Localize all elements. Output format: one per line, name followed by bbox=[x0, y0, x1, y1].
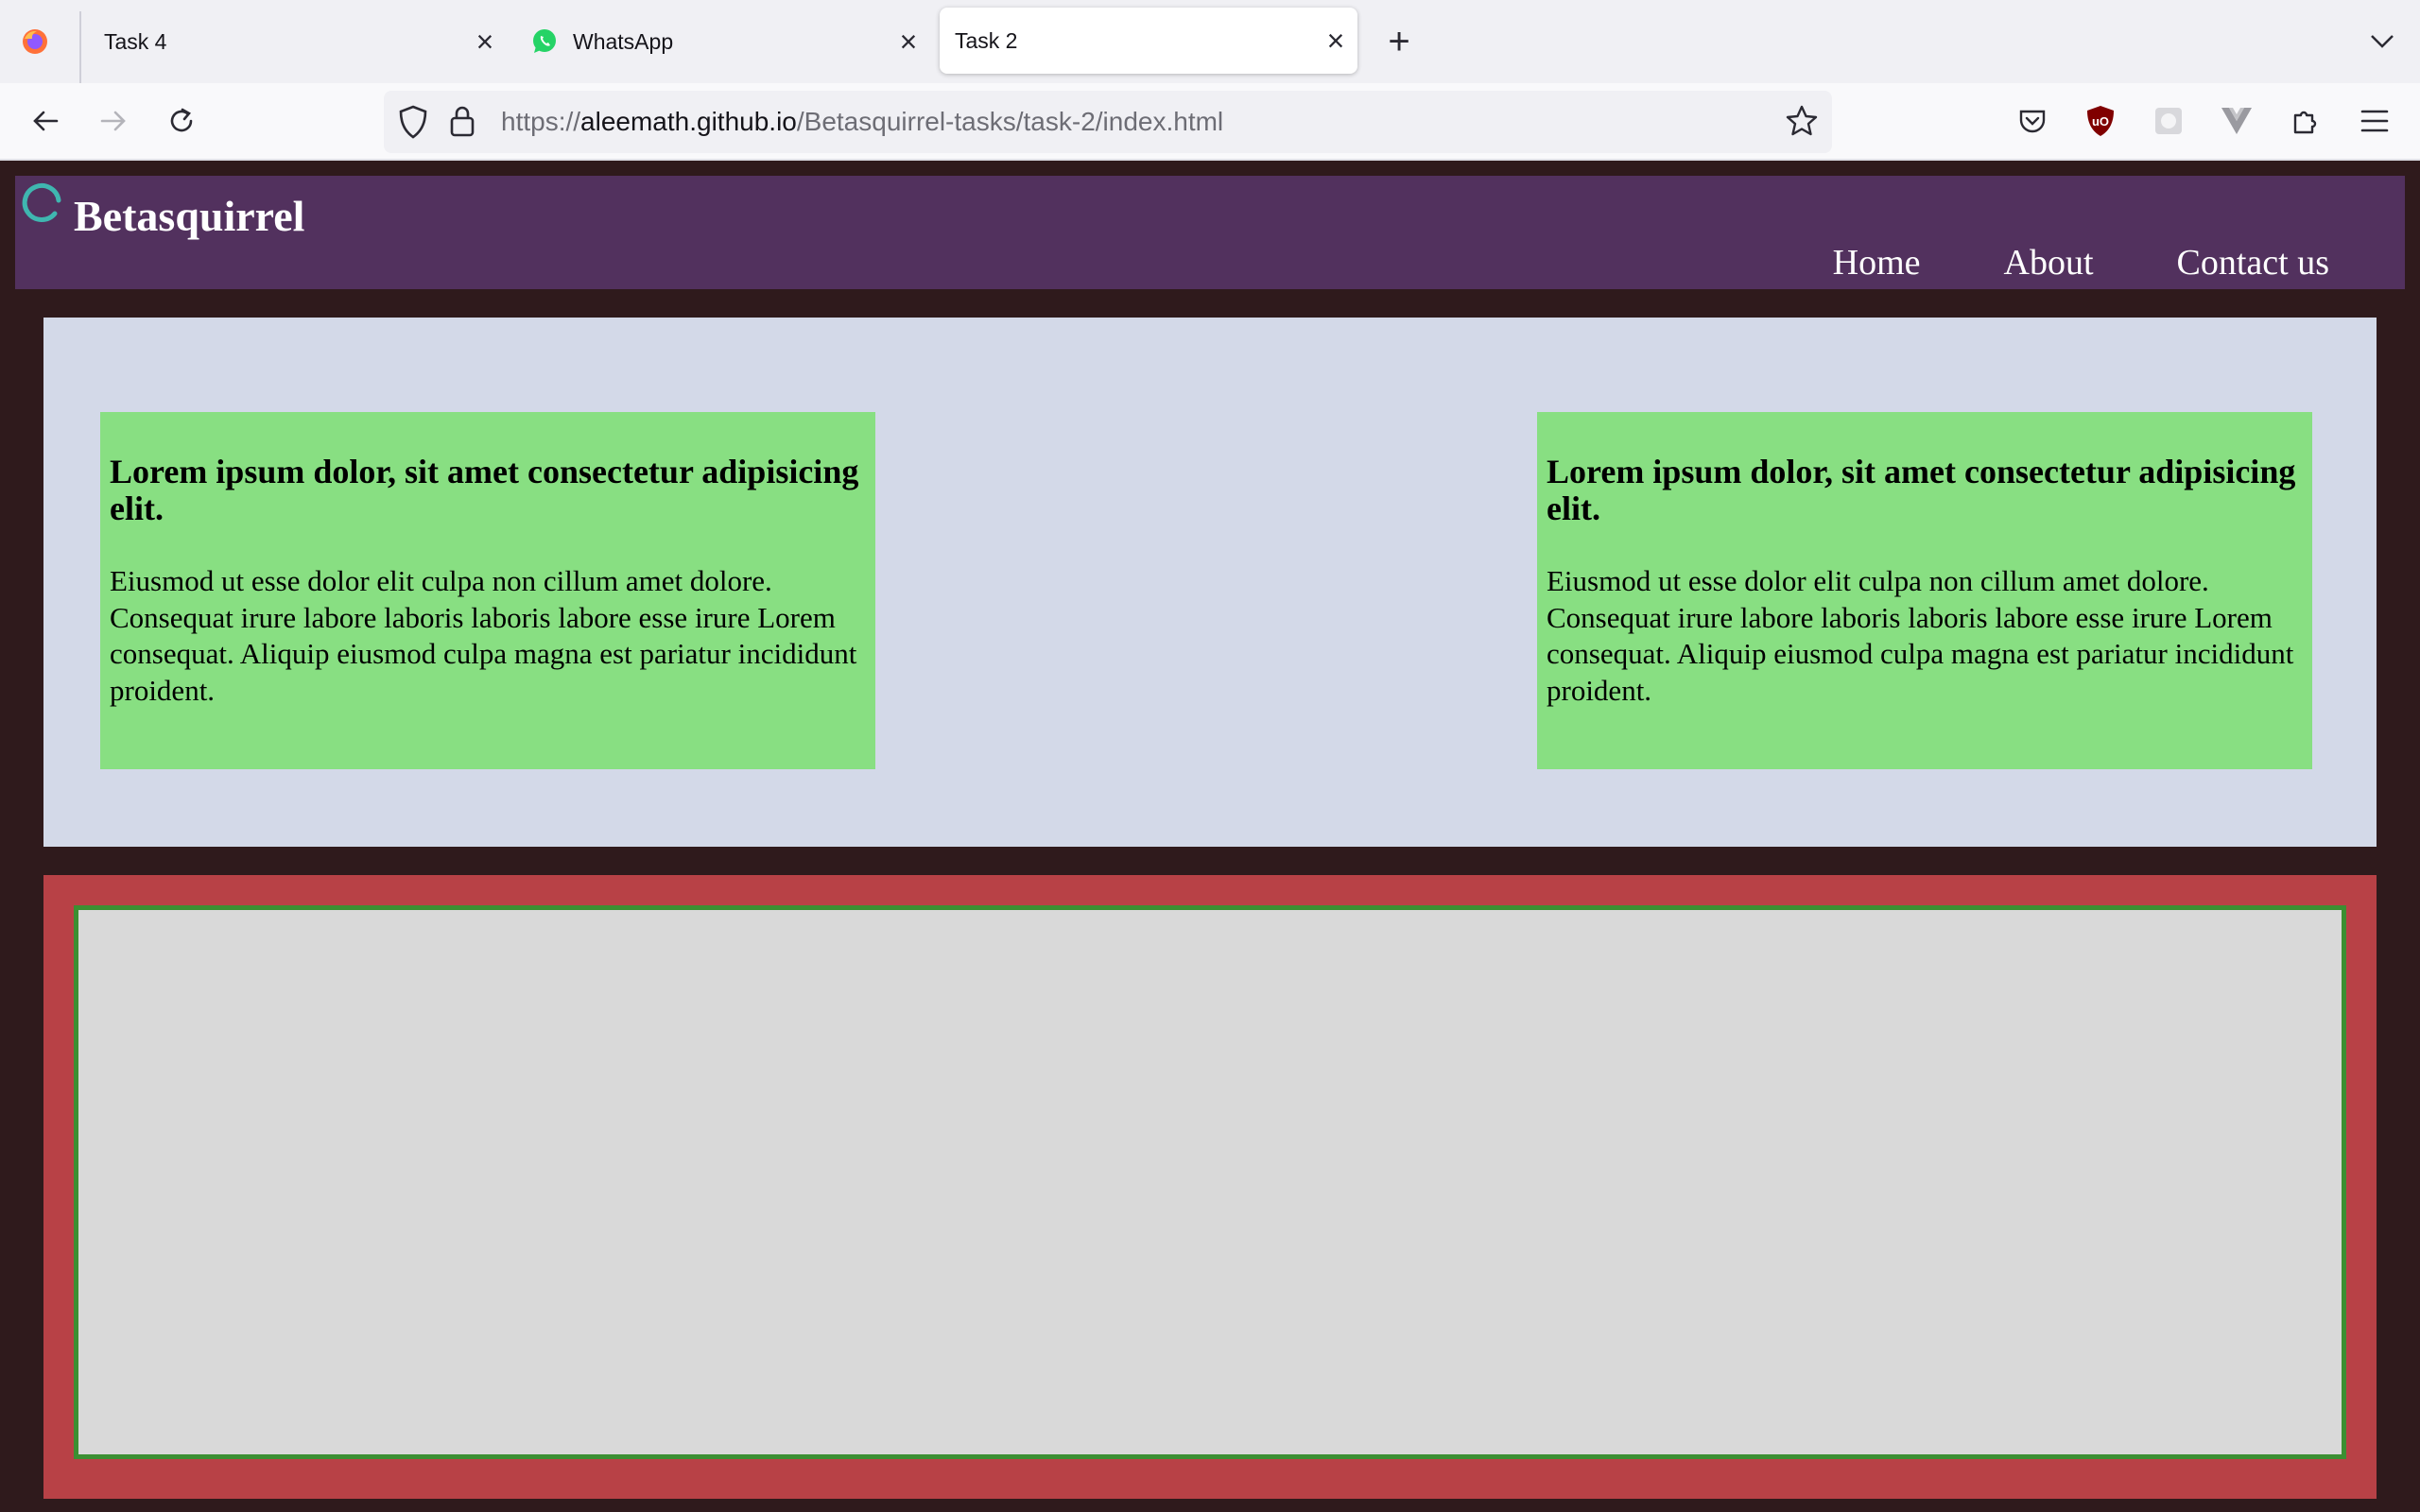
new-tab-plus-icon[interactable]: + bbox=[1380, 0, 1418, 83]
tab-task-2[interactable]: Task 2 × bbox=[940, 8, 1357, 74]
url-bar[interactable]: https://aleemath.github.io/Betasquirrel-… bbox=[384, 91, 1832, 153]
tab-close-icon[interactable]: × bbox=[1320, 24, 1352, 58]
extensions-puzzle-icon[interactable] bbox=[2280, 96, 2329, 146]
reload-icon[interactable] bbox=[157, 96, 206, 146]
ublock-icon[interactable]: uO bbox=[2076, 96, 2125, 146]
forward-icon[interactable] bbox=[89, 96, 138, 146]
cards-section: Lorem ipsum dolor, sit amet consectetur … bbox=[43, 318, 2377, 847]
firefox-menu-icon[interactable] bbox=[21, 0, 59, 83]
lock-icon[interactable] bbox=[448, 104, 476, 143]
url-text[interactable]: https://aleemath.github.io/Betasquirrel-… bbox=[501, 91, 1223, 153]
shield-icon[interactable] bbox=[397, 104, 429, 145]
list-all-tabs-chevron-icon[interactable] bbox=[2363, 0, 2401, 83]
tab-label: WhatsApp bbox=[573, 28, 674, 54]
tab-whatsapp[interactable]: WhatsApp × bbox=[531, 0, 925, 83]
site-nav: Home About Contact us bbox=[1833, 242, 2329, 284]
browser-toolbar: https://aleemath.github.io/Betasquirrel-… bbox=[0, 83, 2420, 161]
bottom-section bbox=[43, 875, 2377, 1499]
tab-close-icon[interactable]: × bbox=[892, 25, 925, 59]
empty-content-box bbox=[74, 905, 2346, 1459]
browser-tab-strip: Task 4 × WhatsApp × Task 2 × + bbox=[0, 0, 2420, 83]
site-header: Betasquirrel Home About Contact us bbox=[15, 176, 2405, 289]
svg-text:uO: uO bbox=[2092, 114, 2109, 129]
back-icon[interactable] bbox=[21, 96, 70, 146]
tab-label: Task 2 bbox=[955, 27, 1018, 53]
tab-close-icon[interactable]: × bbox=[469, 25, 501, 59]
url-scheme: https:// bbox=[501, 107, 581, 136]
bookmark-star-icon[interactable] bbox=[1785, 104, 1819, 143]
nav-link-about[interactable]: About bbox=[2004, 242, 2094, 284]
hamburger-menu-icon[interactable] bbox=[2350, 96, 2399, 146]
tab-task-4[interactable]: Task 4 × bbox=[104, 0, 501, 83]
tab-separator bbox=[79, 11, 81, 83]
card-body: Eiusmod ut esse dolor elit culpa non cil… bbox=[110, 564, 857, 707]
nav-link-home[interactable]: Home bbox=[1833, 242, 1921, 284]
extension-grey-icon[interactable] bbox=[2144, 96, 2193, 146]
content-card: Lorem ipsum dolor, sit amet consectetur … bbox=[1537, 412, 2312, 769]
whatsapp-icon bbox=[531, 28, 558, 55]
url-path: /Betasquirrel-tasks/task-2/index.html bbox=[796, 107, 1224, 136]
site-brand[interactable]: Betasquirrel bbox=[74, 191, 304, 241]
content-card: Lorem ipsum dolor, sit amet consectetur … bbox=[100, 412, 875, 769]
logo-ring-icon bbox=[17, 180, 66, 229]
card-body: Eiusmod ut esse dolor elit culpa non cil… bbox=[1547, 564, 2294, 707]
vue-devtools-icon[interactable] bbox=[2212, 96, 2261, 146]
card-heading: Lorem ipsum dolor, sit amet consectetur … bbox=[110, 453, 859, 527]
nav-link-contact[interactable]: Contact us bbox=[2177, 242, 2329, 284]
pocket-icon[interactable] bbox=[2008, 96, 2057, 146]
card-heading: Lorem ipsum dolor, sit amet consectetur … bbox=[1547, 453, 2296, 527]
tab-label: Task 4 bbox=[104, 28, 167, 54]
url-host: aleemath.github.io bbox=[580, 107, 797, 136]
